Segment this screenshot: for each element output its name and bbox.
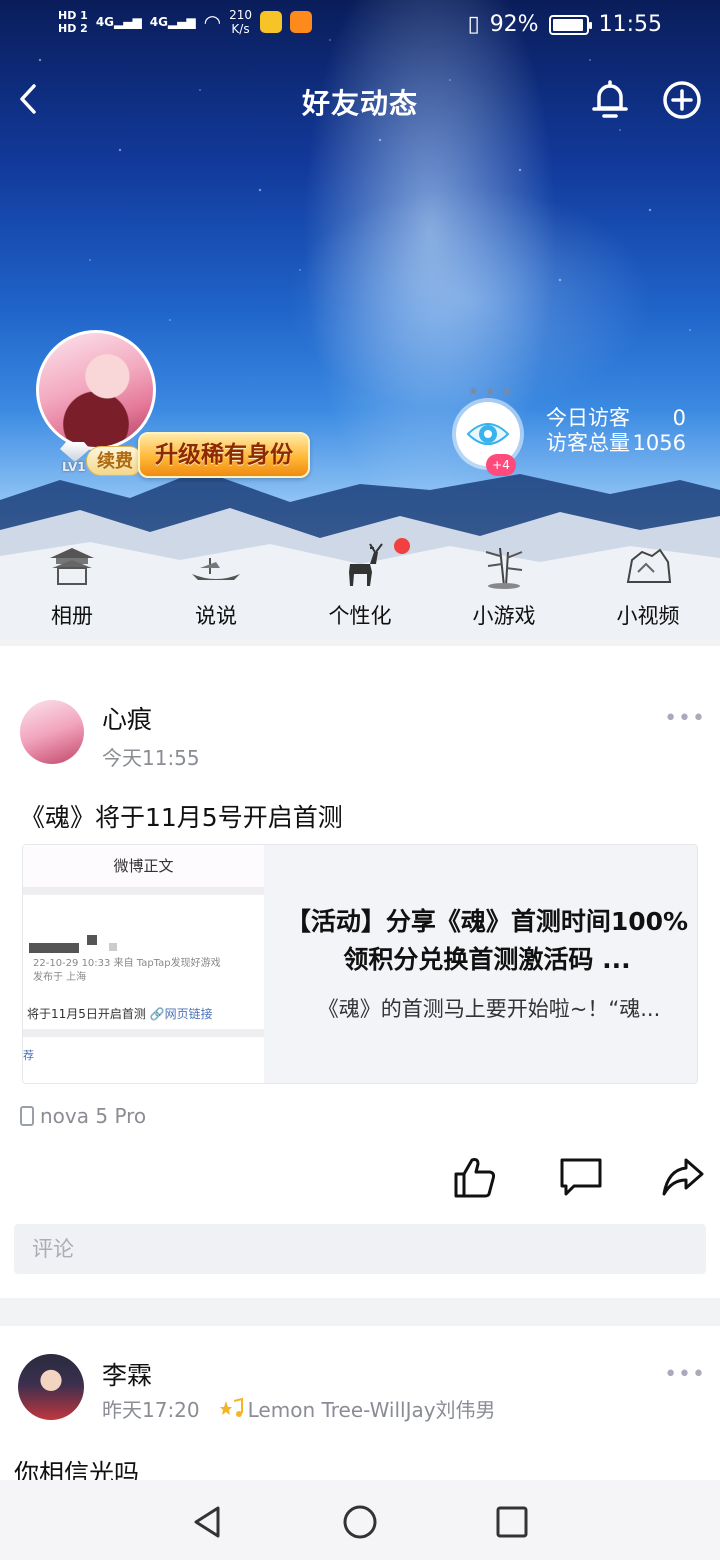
post-time: 今天11:55 <box>102 746 200 770</box>
like-icon[interactable] <box>452 1154 498 1200</box>
recents-square-icon[interactable] <box>492 1502 532 1542</box>
post-author-avatar[interactable] <box>18 1354 84 1420</box>
weibo-app-icon <box>289 11 312 33</box>
hd1-indicator: HD 1 <box>58 9 88 22</box>
visitor-stats[interactable]: 今日访客 0 访客总量 1056 <box>546 406 686 456</box>
status-bar: HD 1 HD 2 4G▂▄▆ 4G▂▄▆ ◠ 210 K/s ▯ 92% 11… <box>0 0 720 56</box>
profile-avatar[interactable] <box>36 330 156 450</box>
post-author-name[interactable]: 李霖 <box>102 1356 152 1392</box>
shortcut-posts[interactable]: 说说 <box>144 536 288 640</box>
bamboo-icon <box>485 547 523 589</box>
more-options-icon[interactable]: ••• <box>664 706 706 731</box>
more-options-icon[interactable]: ••• <box>664 1362 706 1387</box>
phone-icon <box>20 1106 34 1126</box>
post-time: 昨天17:20 <box>102 1398 200 1422</box>
signal-icon: 4G▂▄▆ <box>95 15 142 29</box>
top-navigation: 好友动态 <box>0 70 720 130</box>
hd2-indicator: HD 2 <box>58 22 88 35</box>
feed-post: 李霖 昨天17:20 Lemon Tree-WillJay刘伟男 ••• 你相信… <box>0 1326 720 1488</box>
today-visitors-label: 今日访客 <box>546 406 630 430</box>
shortcut-personalize[interactable]: 个性化 <box>288 536 432 640</box>
total-visitors-value: 1056 <box>632 431 686 455</box>
bell-icon[interactable] <box>590 78 630 120</box>
comment-icon[interactable] <box>558 1154 604 1200</box>
new-visitor-badge: +4 <box>486 454 516 476</box>
wifi-icon: ◠ <box>203 10 222 34</box>
back-triangle-icon[interactable] <box>188 1502 228 1542</box>
shortcut-album[interactable]: 相册 <box>0 536 144 640</box>
notification-dot <box>394 538 410 554</box>
total-visitors-label: 访客总量 <box>546 431 630 455</box>
shared-link-card[interactable]: 微博正文 22-10-29 10:33 来自 TapTap发现好游戏 发布于 上… <box>22 844 698 1084</box>
link-thumbnail: 微博正文 22-10-29 10:33 来自 TapTap发现好游戏 发布于 上… <box>23 845 264 1083</box>
mail-app-icon <box>259 11 282 33</box>
comment-input[interactable]: 评论 <box>14 1224 706 1274</box>
visitor-eye-button[interactable]: +4 <box>456 402 522 476</box>
battery-icon <box>548 14 592 35</box>
post-text: 《魂》将于11月5号开启首测 <box>20 803 343 832</box>
signal-icon-2: 4G▂▄▆ <box>149 15 196 29</box>
clock: 11:55 <box>598 12 662 37</box>
feed-post: 心痕 今天11:55 ••• 《魂》将于11月5号开启首测 微博正文 22-10… <box>0 646 720 1298</box>
boat-icon <box>192 558 240 580</box>
feature-shortcuts: 相册 说说 个性化 小游戏 小视频 <box>0 536 720 640</box>
add-circle-icon[interactable] <box>662 80 702 120</box>
network-speed: 210 K/s <box>229 8 252 36</box>
device-source: nova 5 Pro <box>20 1104 146 1128</box>
music-note-icon <box>219 1397 243 1417</box>
upgrade-identity-button[interactable]: 升级稀有身份 <box>138 432 310 478</box>
battery-percent: 92% <box>489 12 539 37</box>
post-author-avatar[interactable] <box>20 700 84 764</box>
post-music[interactable]: Lemon Tree-WillJay刘伟男 <box>218 1394 496 1423</box>
rock-icon <box>626 548 672 583</box>
decor-stars: ★★★ <box>468 384 519 398</box>
link-description: 《魂》的首测马上要开始啦~！“魂... <box>317 997 661 1021</box>
home-circle-icon[interactable] <box>340 1502 380 1542</box>
pavilion-icon <box>50 548 94 585</box>
post-actions <box>420 1154 720 1200</box>
system-navigation-bar <box>0 1480 720 1560</box>
post-author-name[interactable]: 心痕 <box>102 700 152 736</box>
deer-icon <box>349 543 383 586</box>
shortcut-minigames[interactable]: 小游戏 <box>432 536 576 640</box>
shortcut-short-videos[interactable]: 小视频 <box>576 536 720 640</box>
share-icon[interactable] <box>660 1154 706 1200</box>
vibrate-icon: ▯ <box>467 12 480 37</box>
link-title: 【活动】分享《魂》首测时间100%领积分兑换首测激活码 ... <box>285 907 689 974</box>
eye-icon <box>466 423 510 445</box>
renew-button[interactable]: 续费 <box>86 446 144 476</box>
today-visitors-value: 0 <box>672 406 686 430</box>
